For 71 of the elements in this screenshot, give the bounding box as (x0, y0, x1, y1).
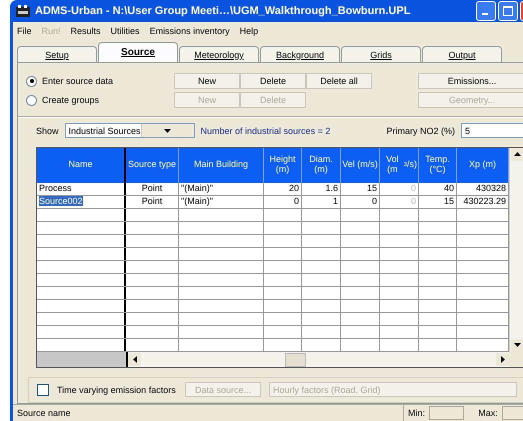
table-cell: 1 (332, 196, 338, 206)
field-label: Primary NO2 (%) (386, 126, 455, 136)
column-header: Height (m) (264, 148, 302, 183)
table-cell: 0 (294, 196, 299, 206)
source-count: Number of industrial sources = 2 (200, 126, 330, 136)
horizontal-scrollbar[interactable] (128, 352, 509, 367)
scroll-right-button[interactable] (496, 352, 509, 366)
table-cell: 0 (372, 196, 377, 206)
menu-item[interactable]: Results (70, 26, 101, 36)
checkbox-label: Time varying emission factors (57, 384, 177, 395)
table-cell: 430223.29 (463, 196, 506, 206)
action-button[interactable]: Delete (240, 73, 306, 89)
checkbox[interactable] (37, 384, 49, 396)
show-label: Show (36, 126, 59, 136)
app-icon (16, 4, 30, 18)
table-cell: 1.6 (325, 182, 338, 193)
tab[interactable]: Source (98, 42, 178, 62)
minimize-button[interactable] (476, 1, 496, 21)
menu-item[interactable]: Utilities (110, 26, 140, 36)
table-cell: 0 (410, 182, 416, 193)
tab[interactable]: Meteorology (179, 46, 259, 62)
table-cell[interactable]: Source002 (39, 196, 83, 206)
menu-item[interactable]: Help (240, 26, 258, 36)
radio-button[interactable] (26, 76, 37, 86)
scroll-thumb[interactable] (285, 352, 306, 367)
scroll-left-button[interactable] (128, 352, 141, 366)
table-cell: Point (142, 182, 162, 193)
status-text: Source name (17, 408, 71, 418)
down-arrow-icon (514, 343, 520, 348)
window-title: ADMS-Urban - N:\User Group Meeti…\UGM_Walkthrough_Bowburn.UPL (35, 5, 410, 17)
column-header: Temp. (°C) (419, 148, 457, 183)
left-arrow-icon (132, 356, 136, 363)
scroll-down-button[interactable] (510, 338, 523, 352)
table-cell: 0 (410, 196, 416, 206)
input-field[interactable]: 5 (461, 123, 523, 138)
radio-label: Enter source data (42, 76, 114, 86)
vertical-scrollbar[interactable] (509, 148, 523, 352)
table-cell: 40 (444, 182, 454, 193)
source-dropdown[interactable]: Industrial Sources (64, 123, 195, 138)
column-header: Vel (m/s) (341, 148, 380, 183)
table-cell: 430328 (476, 182, 506, 193)
max-label: Max: (478, 408, 498, 418)
column-header: Name (37, 148, 126, 183)
tab[interactable]: Setup (17, 46, 97, 62)
table-cell: 15 (366, 182, 377, 193)
maximize-icon (503, 6, 513, 16)
menu-item[interactable]: File (17, 26, 32, 36)
column-header: Source type (126, 148, 179, 183)
right-arrow-icon (500, 356, 504, 363)
table-cell: "(Main)" (181, 196, 213, 206)
tab[interactable]: Output (422, 46, 502, 62)
table-cell[interactable]: Process (39, 182, 72, 193)
min-label: Min: (408, 408, 426, 418)
table-cell: 15 (444, 196, 454, 206)
action-button[interactable]: Delete all (306, 73, 372, 89)
action-button[interactable]: Emissions... (418, 73, 523, 89)
radio-label: Create groups (42, 95, 100, 105)
up-arrow-icon (514, 152, 520, 156)
maximize-button[interactable] (498, 1, 518, 21)
action-button[interactable]: New (174, 73, 240, 89)
dropdown-arrow-icon (164, 128, 172, 133)
column-header: Diam. (m) (302, 148, 341, 183)
table-cell: "(Main)" (181, 182, 213, 193)
tab[interactable]: Background (260, 46, 340, 62)
tab[interactable]: Grids (341, 46, 421, 62)
column-header: Main Building (179, 148, 264, 183)
radio-button[interactable] (26, 94, 37, 106)
table-cell: 20 (288, 182, 299, 193)
menu-item[interactable]: Emissions inventory (150, 26, 230, 36)
scroll-up-button[interactable] (510, 148, 523, 161)
table-cell: Point (142, 196, 162, 206)
